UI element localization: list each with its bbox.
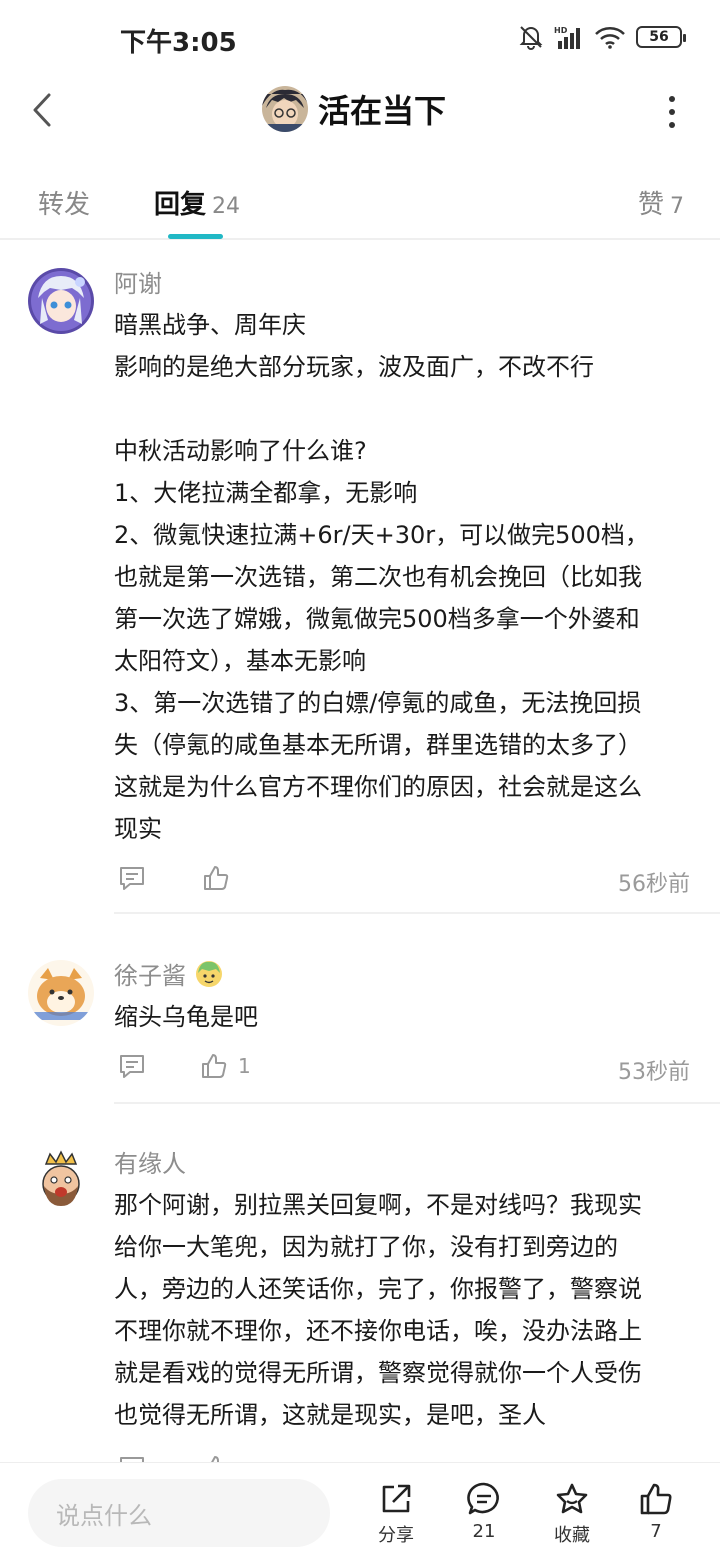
status-bar: 下午3:05 HD 56 (0, 0, 720, 80)
status-icons: HD 56 (518, 24, 686, 50)
favorite-label: 收藏 (554, 1525, 590, 1546)
svg-text:HD: HD (554, 26, 568, 35)
badge-icon (196, 960, 222, 987)
reply-button[interactable] (118, 1052, 146, 1080)
comment-author[interactable]: 有缘人 (114, 1144, 186, 1179)
share-label: 分享 (378, 1525, 414, 1546)
chevron-left-icon (33, 93, 51, 127)
page-title: 活在当下 (318, 92, 447, 130)
tab-likes-count: 7 (670, 194, 685, 219)
wifi-icon (595, 27, 625, 49)
more-options-button[interactable] (660, 90, 684, 134)
comment-bubble-icon (467, 1482, 499, 1515)
more-dot-icon (669, 122, 675, 128)
divider (114, 912, 720, 914)
tab-likes-label: 赞 (638, 190, 665, 220)
tab-likes[interactable]: 赞7 (638, 184, 684, 221)
comment-text: 缩头乌龟是吧 (114, 1003, 258, 1031)
more-dot-icon (669, 109, 675, 115)
comment-author-name: 徐子酱 (114, 962, 186, 990)
comment-time: 56秒前 (618, 872, 690, 897)
bottom-bar: 说点什么 分享 21 收藏 7 (0, 1462, 720, 1560)
back-button[interactable] (22, 88, 62, 132)
user-avatar[interactable] (28, 1148, 94, 1214)
thumbs-up-icon (204, 866, 229, 890)
comment-author-name: 阿谢 (114, 270, 162, 298)
comment-author-name: 有缘人 (114, 1150, 186, 1178)
comment-actions: 1 53秒前 (114, 1048, 694, 1088)
header: 活在当下 (0, 80, 720, 142)
comment-text: 那个阿谢，别拉黑关回复啊，不是对线吗？我现实 给你一大笔兜，因为就打了你，没有打… (114, 1191, 642, 1429)
tab-repost-label: 转发 (38, 190, 91, 220)
comment-actions: 56秒前 (114, 860, 694, 900)
post-author[interactable]: 活在当下 (262, 86, 446, 132)
comment-author[interactable]: 阿谢 (114, 264, 162, 299)
comments-button[interactable]: 21 (448, 1481, 520, 1542)
comment-count: 21 (472, 1521, 496, 1542)
like-post-count: 7 (650, 1521, 662, 1542)
comment-text: 暗黑战争、周年庆 影响的是绝大部分玩家，波及面广，不改不行 中秋活动影响了什么谁… (114, 311, 649, 843)
like-count: 1 (238, 1054, 251, 1078)
tab-bar: 转发 回复 24 赞7 (0, 170, 720, 240)
share-icon (382, 1484, 411, 1513)
favorite-button[interactable]: 收藏 (536, 1481, 608, 1547)
more-dot-icon (669, 96, 675, 102)
status-time: 下午3:05 (120, 28, 237, 58)
share-button[interactable]: 分享 (360, 1481, 432, 1547)
tab-replies[interactable]: 回复 24 (154, 184, 240, 221)
like-button[interactable] (202, 864, 240, 892)
author-avatar[interactable] (262, 86, 308, 132)
comment-icon (120, 1055, 144, 1078)
user-avatar[interactable] (28, 268, 94, 334)
user-avatar[interactable] (28, 960, 94, 1026)
comment-icon (120, 867, 144, 890)
tab-repost[interactable]: 转发 (38, 184, 90, 221)
comment-input[interactable]: 说点什么 (28, 1479, 330, 1547)
battery-indicator: 56 (636, 26, 686, 48)
divider (114, 1102, 720, 1104)
active-tab-indicator (168, 234, 223, 239)
like-button[interactable]: 1 (200, 1052, 251, 1080)
mute-bell-icon (519, 26, 543, 50)
like-post-button[interactable]: 7 (620, 1481, 692, 1542)
reply-button[interactable] (118, 864, 146, 892)
tab-replies-count: 24 (212, 194, 241, 219)
thumbs-up-icon (640, 1483, 672, 1515)
comment-time: 53秒前 (618, 1060, 690, 1085)
comment-author[interactable]: 徐子酱 (114, 956, 224, 991)
signal-icon: HD (554, 26, 580, 49)
tab-replies-label: 回复 (154, 190, 207, 220)
thumbs-up-icon (202, 1054, 227, 1078)
star-icon (556, 1483, 588, 1514)
